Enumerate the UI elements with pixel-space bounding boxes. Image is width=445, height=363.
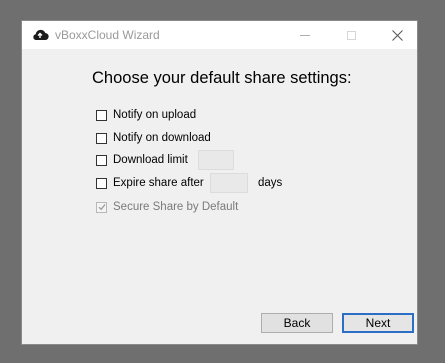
window-title: vBoxxCloud Wizard	[55, 28, 160, 42]
secure-share-label: Secure Share by Default	[113, 201, 239, 213]
download-limit-checkbox[interactable]	[96, 154, 107, 166]
back-button[interactable]: Back	[261, 313, 333, 333]
next-button[interactable]: Next	[342, 313, 414, 333]
expire-share-option[interactable]: Expire share after	[96, 177, 204, 189]
download-limit-option[interactable]: Download limit	[96, 154, 188, 166]
cloud-upload-icon	[33, 29, 49, 41]
maximize-button[interactable]	[328, 21, 374, 49]
secure-share-checkbox	[96, 201, 107, 213]
maximize-icon	[346, 30, 356, 40]
expire-share-checkbox[interactable]	[96, 177, 107, 189]
page-heading: Choose your default share settings:	[92, 69, 352, 87]
wizard-window: vBoxxCloud Wizard Choose your default sh…	[21, 20, 418, 345]
checkmark-icon	[98, 203, 106, 210]
expire-share-label: Expire share after	[113, 177, 204, 189]
secure-share-option: Secure Share by Default	[96, 201, 238, 213]
expire-days-input[interactable]	[210, 173, 248, 193]
notify-upload-checkbox[interactable]	[96, 109, 107, 121]
title-bar[interactable]: vBoxxCloud Wizard	[22, 21, 417, 49]
minimize-button[interactable]	[282, 21, 328, 49]
expire-days-suffix: days	[258, 177, 283, 189]
download-limit-label: Download limit	[113, 154, 188, 166]
notify-download-label: Notify on download	[113, 132, 211, 144]
notify-upload-label: Notify on upload	[113, 109, 197, 121]
download-limit-input[interactable]	[198, 150, 234, 170]
notify-upload-option[interactable]: Notify on upload	[96, 109, 196, 121]
notify-download-checkbox[interactable]	[96, 132, 107, 144]
close-button[interactable]	[374, 21, 420, 49]
notify-download-option[interactable]: Notify on download	[96, 132, 211, 144]
minimize-icon	[300, 34, 310, 36]
close-icon	[391, 29, 403, 41]
